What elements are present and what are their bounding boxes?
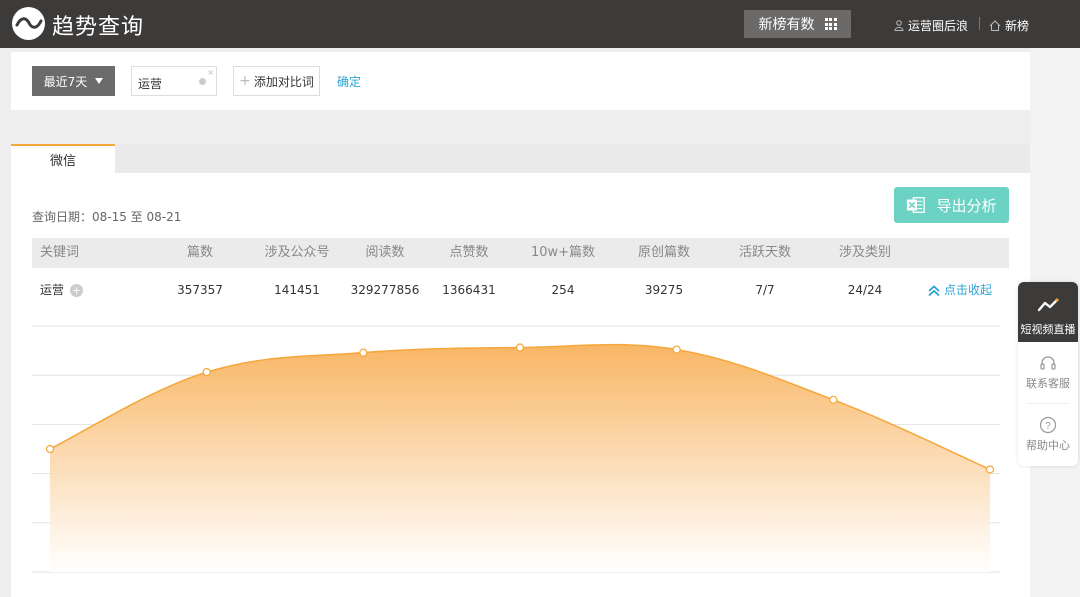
cell-active-days: 7/7 xyxy=(755,283,775,297)
plus-icon: + xyxy=(239,73,251,89)
contact-service-button[interactable]: 联系客服 xyxy=(1018,354,1078,391)
row-keyword: 运营 xyxy=(40,283,65,297)
header-original: 原创篇数 xyxy=(637,245,690,260)
keyword-value: 运营 xyxy=(138,77,163,91)
export-analysis-button[interactable]: 导出分析 xyxy=(894,187,1009,223)
clear-icon[interactable] xyxy=(199,78,206,85)
tab-bar: 微信 xyxy=(11,144,1030,173)
expand-plus-icon[interactable]: + xyxy=(70,284,84,297)
keyword-input[interactable]: 运营 × xyxy=(131,66,217,96)
header-active-days: 活跃天数 xyxy=(738,245,791,260)
question-circle-icon: ? xyxy=(1039,416,1057,434)
home-link[interactable]: 新榜 xyxy=(989,17,1029,34)
data-point-08-19[interactable] xyxy=(672,345,681,354)
cell-likes: 1366431 xyxy=(442,283,496,297)
header-keyword: 关键词 xyxy=(40,245,80,260)
export-label: 导出分析 xyxy=(936,196,997,215)
cell-articles: 357357 xyxy=(177,283,223,297)
user-menu[interactable]: 运营圈后浪 xyxy=(894,17,968,34)
header-divider xyxy=(979,17,980,30)
cell-accounts: 141451 xyxy=(274,283,320,297)
series-area xyxy=(50,344,990,572)
help-center-label: 帮助中心 xyxy=(1026,439,1070,452)
data-point-08-16[interactable] xyxy=(202,368,211,377)
help-center-button[interactable]: ? 帮助中心 xyxy=(1018,416,1078,453)
brand-title: 趋势查询 xyxy=(52,15,145,40)
cell-categories: 24/24 xyxy=(847,283,883,297)
header-articles: 篇数 xyxy=(186,245,213,260)
trend-line-icon xyxy=(1037,298,1059,312)
cell-reads: 329277856 xyxy=(350,283,420,297)
collapse-link[interactable]: 点击收起 xyxy=(928,274,992,306)
caret-down-icon xyxy=(95,78,104,84)
remove-keyword-icon[interactable]: × xyxy=(207,68,214,77)
date-range-dropdown[interactable]: 最近7天 xyxy=(32,66,115,96)
data-point-08-21[interactable] xyxy=(985,465,995,474)
cell-10w-articles: 254 xyxy=(551,283,575,297)
user-name: 运营圈后浪 xyxy=(908,19,969,33)
header-categories: 涉及类别 xyxy=(838,245,891,260)
header-likes: 点赞数 xyxy=(449,245,489,260)
float-divider xyxy=(1028,403,1068,404)
confirm-link[interactable]: 确定 xyxy=(337,73,361,90)
date-range-label: 最近7天 xyxy=(43,74,88,89)
excel-icon xyxy=(907,197,926,213)
home-icon xyxy=(989,20,1001,31)
collapse-label: 点击收起 xyxy=(944,283,993,297)
double-chevron-up-icon xyxy=(928,284,940,296)
svg-text:?: ? xyxy=(1045,421,1051,432)
header-accounts: 涉及公众号 xyxy=(264,245,330,260)
user-icon xyxy=(894,20,904,31)
data-point-08-18[interactable] xyxy=(515,343,525,352)
data-point-08-20[interactable] xyxy=(829,395,838,404)
home-label: 新榜 xyxy=(1005,19,1030,33)
data-point-08-15[interactable] xyxy=(45,444,55,454)
table-header: 关键词 篇数 涉及公众号 阅读数 点赞数 10w+篇数 原创篇数 活跃天数 涉及… xyxy=(32,238,1009,268)
contact-service-label: 联系客服 xyxy=(1026,377,1070,390)
add-compare-keyword-button[interactable]: + 添加对比词 xyxy=(233,66,320,96)
header-reads: 阅读数 xyxy=(365,245,405,260)
query-panel: 最近7天 运营 × + 添加对比词 确定 xyxy=(11,52,1030,110)
main-panel: 微信 查询日期：08-15 至 08-21 导出分析 关键词 篇数 涉及公众号 … xyxy=(11,144,1030,597)
query-date: 查询日期：08-15 至 08-21 xyxy=(32,210,182,224)
cell-original: 39275 xyxy=(644,283,684,297)
row-keyword-cell: 运营 + xyxy=(40,274,84,306)
data-point-08-17[interactable] xyxy=(359,348,368,357)
tab-wechat[interactable]: 微信 xyxy=(11,144,115,173)
short-video-live-button[interactable]: 短视频直播 xyxy=(1018,282,1078,342)
top-bar: 趋势查询 新榜有数 运营圈后浪 新榜 xyxy=(0,0,1080,48)
header-10w-articles: 10w+篇数 xyxy=(530,245,596,260)
short-video-live-label: 短视频直播 xyxy=(1020,323,1076,336)
xinbang-label: 新榜有数 xyxy=(758,17,815,33)
table-row: 运营 + 357357 141451 329277856 1366431 254 … xyxy=(32,274,1009,306)
trend-chart xyxy=(32,325,1000,573)
float-panel: 短视频直播 联系客服 ? 帮助中心 xyxy=(1018,282,1078,466)
headset-icon xyxy=(1040,356,1056,370)
add-compare-label: 添加对比词 xyxy=(253,74,314,89)
xinbang-youshu-button[interactable]: 新榜有数 xyxy=(744,10,851,38)
grid-icon xyxy=(824,18,837,30)
logo-icon[interactable] xyxy=(12,7,45,40)
